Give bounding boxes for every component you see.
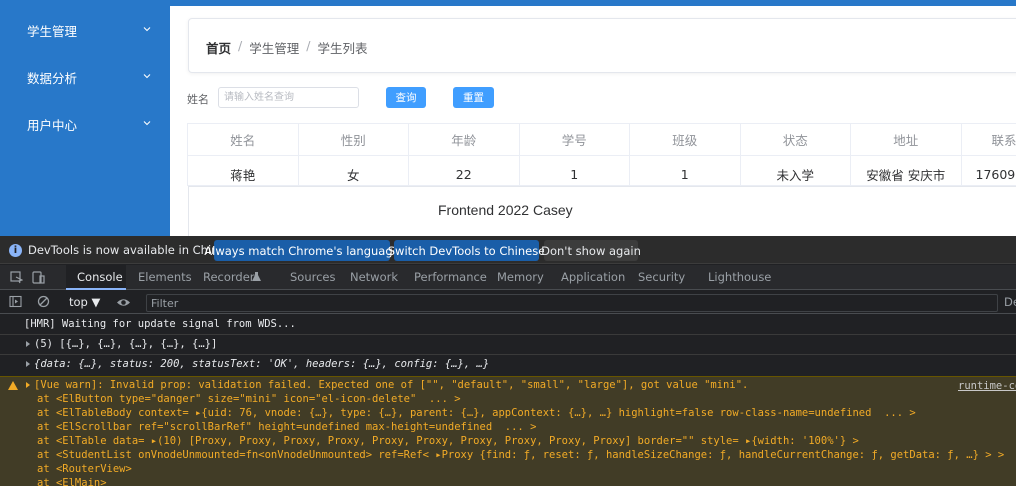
breadcrumb-separator: / — [306, 38, 311, 53]
table-cell: 女 — [299, 156, 409, 187]
switch-to-chinese-button[interactable]: Switch DevTools to Chinese — [388, 240, 545, 261]
language-infobar: i DevTools is now available in Chinese! … — [0, 236, 1016, 264]
tab-application[interactable]: Application — [561, 270, 625, 284]
table-row[interactable]: 蒋艳 女 22 1 1 未入学 安徽省 安庆市 176092 — [188, 156, 1016, 187]
table-cell: 22 — [409, 156, 520, 187]
console-filter-input[interactable] — [146, 294, 998, 312]
dont-show-again-button[interactable]: Don't show again — [541, 240, 641, 261]
warning-source-link[interactable]: runtime-co — [958, 380, 1016, 392]
sidebar: 学生管理 数据分析 用户中心 — [0, 0, 170, 236]
sidebar-item-data-analysis[interactable]: 数据分析 — [0, 57, 170, 97]
console-message[interactable]: (5) [{…}, {…}, {…}, {…}, {…}] — [0, 335, 1016, 355]
stack-frame: at <RouterView> — [37, 463, 132, 475]
default-levels-dropdown[interactable]: De — [1004, 295, 1016, 309]
footer-card — [188, 186, 1016, 236]
sidebar-item-label: 用户中心 — [27, 117, 78, 133]
inspect-element-icon[interactable] — [10, 271, 23, 284]
console-message-text: {data: {…}, status: 200, statusText: 'OK… — [34, 358, 490, 370]
name-search-label: 姓名 — [187, 93, 209, 106]
table-cell: 176092 — [962, 156, 1016, 187]
table-cell: 安徽省 安庆市 — [851, 156, 962, 187]
tab-lighthouse[interactable]: Lighthouse — [708, 270, 771, 284]
breadcrumb-student-management[interactable]: 学生管理 — [249, 38, 299, 57]
sidebar-item-label: 数据分析 — [27, 70, 78, 86]
name-search-input[interactable] — [218, 87, 359, 108]
column-header: 姓名 — [188, 124, 299, 155]
expand-triangle-icon[interactable] — [26, 361, 30, 367]
breadcrumb-home[interactable]: 首页 — [206, 38, 231, 57]
stack-frame: at <ElTableBody context= ▸{uid: 76, vnod… — [37, 407, 916, 419]
tab-console[interactable]: Console — [77, 270, 123, 284]
tab-security[interactable]: Security — [638, 270, 685, 284]
warning-text: [Vue warn]: Invalid prop: validation fai… — [34, 379, 749, 391]
stack-frame: at <ElMain> — [37, 477, 107, 486]
vue-warning-message: [Vue warn]: Invalid prop: validation fai… — [0, 376, 1016, 486]
clear-console-icon[interactable] — [37, 295, 50, 308]
console-message: [HMR] Waiting for update signal from WDS… — [0, 315, 1016, 335]
tab-recorder[interactable]: Recorder — [203, 270, 255, 284]
warning-icon — [8, 381, 18, 390]
student-table: 姓名 性别 年龄 学号 班级 状态 地址 联系 蒋艳 女 22 1 1 未入学 … — [187, 123, 1016, 187]
chevron-down-icon — [143, 121, 151, 126]
column-header: 年龄 — [409, 124, 520, 155]
sidebar-item-student-management[interactable]: 学生管理 — [0, 10, 170, 50]
breadcrumb-student-list: 学生列表 — [317, 41, 368, 56]
stack-frame: at <ElTable data= ▸(10) [Proxy, Proxy, P… — [37, 435, 859, 447]
tab-sources[interactable]: Sources — [290, 270, 336, 284]
breadcrumb: 首页 / 学生管理 / 学生列表 — [206, 38, 367, 57]
header-bar — [170, 0, 1016, 6]
device-toolbar-icon[interactable] — [32, 271, 45, 284]
console-message[interactable]: {data: {…}, status: 200, statusText: 'OK… — [0, 355, 1016, 376]
stack-frame: at <StudentList onVnodeUnmounted=fn<onVn… — [37, 449, 1005, 461]
devtools-tabbar: Console Elements Recorder Sources Networ… — [0, 265, 1016, 290]
stack-frame: at <ElButton type="danger" size="mini" i… — [37, 393, 461, 405]
breadcrumb-card: 首页 / 学生管理 / 学生列表 — [188, 18, 1016, 73]
match-chrome-language-button[interactable]: Always match Chrome's language — [204, 240, 400, 261]
sidebar-item-user-center[interactable]: 用户中心 — [0, 104, 170, 144]
column-header: 状态 — [741, 124, 851, 155]
flask-icon — [252, 272, 261, 281]
table-cell: 1 — [520, 156, 630, 187]
reset-button[interactable]: 重置 — [453, 87, 494, 108]
chevron-down-icon — [143, 74, 151, 79]
expand-triangle-icon[interactable] — [26, 341, 30, 347]
context-selector[interactable]: top ▼ — [69, 295, 100, 309]
chevron-down-icon — [143, 27, 151, 32]
tab-network[interactable]: Network — [350, 270, 398, 284]
table-cell: 1 — [630, 156, 741, 187]
table-cell: 蒋艳 — [188, 156, 299, 187]
console-message-text: (5) [{…}, {…}, {…}, {…}, {…}] — [34, 338, 218, 350]
console-output: [HMR] Waiting for update signal from WDS… — [0, 315, 1016, 486]
sidebar-toggle-icon[interactable] — [9, 295, 22, 308]
table-cell: 未入学 — [741, 156, 851, 187]
tab-performance[interactable]: Performance — [414, 270, 487, 284]
devtools-panel: i DevTools is now available in Chinese! … — [0, 236, 1016, 486]
footer-text: Frontend 2022 Casey — [438, 202, 573, 218]
console-message-text: [HMR] Waiting for update signal from WDS… — [24, 318, 296, 330]
sidebar-item-label: 学生管理 — [27, 23, 78, 39]
app-area: 学生管理 数据分析 用户中心 首页 / 学生管理 / 学生列表 姓名 查询 重置… — [0, 0, 1016, 236]
breadcrumb-separator: / — [238, 38, 243, 53]
tab-memory[interactable]: Memory — [497, 270, 544, 284]
column-header: 性别 — [299, 124, 409, 155]
tab-elements[interactable]: Elements — [138, 270, 192, 284]
column-header: 联系 — [962, 124, 1016, 155]
info-icon: i — [9, 244, 22, 257]
column-header: 学号 — [520, 124, 630, 155]
table-header-row: 姓名 性别 年龄 学号 班级 状态 地址 联系 — [188, 124, 1016, 156]
stack-frame: at <ElScrollbar ref="scrollBarRef" heigh… — [37, 421, 537, 433]
expand-triangle-icon[interactable] — [26, 382, 30, 388]
eye-icon[interactable] — [116, 296, 131, 309]
console-filterbar: top ▼ De — [0, 291, 1016, 314]
column-header: 地址 — [851, 124, 962, 155]
query-button[interactable]: 查询 — [386, 87, 426, 108]
column-header: 班级 — [630, 124, 741, 155]
